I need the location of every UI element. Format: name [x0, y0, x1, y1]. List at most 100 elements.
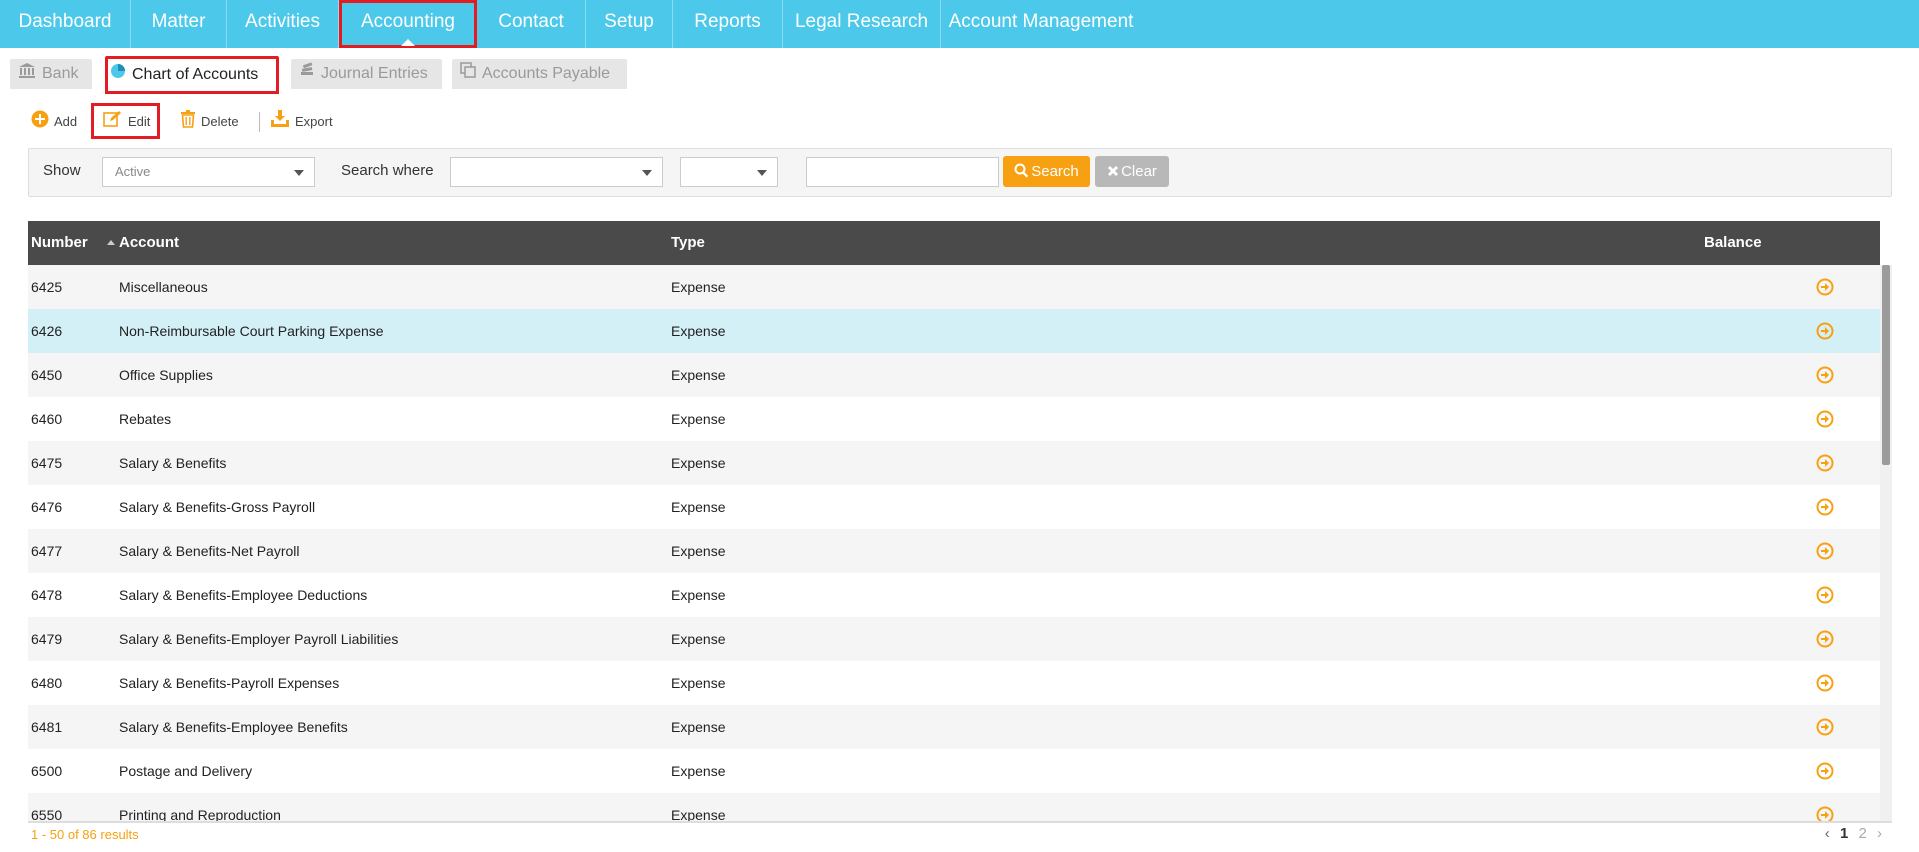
show-select[interactable]: Active — [102, 157, 315, 187]
search-field-select[interactable] — [450, 157, 663, 187]
arrow-right-circle-icon[interactable] — [1816, 762, 1834, 780]
arrow-right-circle-icon[interactable] — [1816, 322, 1834, 340]
tab-accounts-payable[interactable]: Accounts Payable — [452, 59, 627, 89]
grid-body: 6425 Miscellaneous Expense 6426 Non-Reimburs… — [28, 265, 1880, 821]
cell-type: Expense — [671, 323, 726, 339]
clear-button-label: Clear — [1121, 163, 1157, 180]
cell-number: 6550 — [31, 807, 63, 821]
search-button[interactable]: Search — [1003, 156, 1090, 187]
table-row[interactable]: 6477 Salary & Benefits-Net Payroll Expense — [28, 529, 1880, 573]
copy-icon — [460, 59, 476, 89]
table-row[interactable]: 6480 Salary & Benefits-Payroll Expenses Ex… — [28, 661, 1880, 705]
accounts-grid: Number Account Type Balance 6425 Miscella… — [28, 221, 1880, 821]
table-row[interactable]: 6479 Salary & Benefits-Employer Payroll L… — [28, 617, 1880, 661]
scrollbar-thumb[interactable] — [1882, 265, 1890, 465]
cell-number: 6450 — [31, 367, 63, 383]
cell-number: 6477 — [31, 543, 63, 559]
nav-accounting[interactable]: Accounting — [339, 0, 477, 48]
edit-label: Edit — [128, 113, 151, 129]
edit-icon — [103, 110, 123, 135]
tab-bank[interactable]: Bank — [10, 59, 92, 89]
nav-legal-research[interactable]: Legal Research — [783, 0, 941, 48]
cell-type: Expense — [671, 675, 726, 691]
nav-activities[interactable]: Activities — [227, 0, 339, 48]
column-header-number[interactable]: Number — [31, 221, 88, 265]
top-navigation: Dashboard Matter Activities Accounting C… — [0, 0, 1919, 48]
cell-type: Expense — [671, 807, 726, 821]
close-icon — [1108, 166, 1119, 176]
chevron-down-icon — [757, 170, 767, 176]
table-row[interactable]: 6476 Salary & Benefits-Gross Payroll Expen… — [28, 485, 1880, 529]
column-header-balance[interactable]: Balance — [1704, 221, 1762, 265]
vertical-scrollbar[interactable] — [1880, 265, 1892, 821]
nav-matter[interactable]: Matter — [131, 0, 227, 48]
delete-button[interactable]: Delete — [180, 110, 239, 132]
results-count: 1 - 50 of 86 results — [31, 827, 139, 842]
nav-contact[interactable]: Contact — [477, 0, 586, 48]
cell-type: Expense — [671, 631, 726, 647]
cell-number: 6478 — [31, 587, 63, 603]
delete-label: Delete — [201, 113, 239, 129]
cell-account: Salary & Benefits-Payroll Expenses — [119, 675, 340, 691]
nav-dashboard[interactable]: Dashboard — [0, 0, 131, 48]
table-row[interactable]: 6460 Rebates Expense — [28, 397, 1880, 441]
page-1-link[interactable]: 1 — [1840, 825, 1848, 842]
arrow-right-circle-icon[interactable] — [1816, 718, 1834, 736]
search-icon — [1014, 163, 1029, 178]
tab-journal-entries[interactable]: Journal Entries — [291, 59, 442, 89]
column-header-account[interactable]: Account — [119, 221, 179, 265]
clear-button[interactable]: Clear — [1095, 156, 1169, 187]
tab-chart-of-accounts[interactable]: Chart of Accounts — [105, 56, 279, 94]
cell-type: Expense — [671, 499, 726, 515]
chevron-down-icon — [294, 170, 304, 176]
cell-number: 6480 — [31, 675, 63, 691]
arrow-right-circle-icon[interactable] — [1816, 366, 1834, 384]
tab-chart-of-accounts-label: Chart of Accounts — [132, 66, 259, 84]
cell-account: Printing and Reproduction — [119, 807, 281, 821]
table-row[interactable]: 6475 Salary & Benefits Expense — [28, 441, 1880, 485]
active-caret-icon — [401, 39, 415, 46]
operator-select[interactable] — [680, 157, 778, 187]
cell-type: Expense — [671, 411, 726, 427]
arrow-right-circle-icon[interactable] — [1816, 806, 1834, 821]
arrow-right-circle-icon[interactable] — [1816, 498, 1834, 516]
cell-type: Expense — [671, 719, 726, 735]
table-row[interactable]: 6500 Postage and Delivery Expense — [28, 749, 1880, 793]
download-icon — [270, 110, 290, 135]
trash-icon — [180, 110, 196, 135]
search-input[interactable] — [806, 157, 999, 187]
table-row[interactable]: 6450 Office Supplies Expense — [28, 353, 1880, 397]
export-label: Export — [295, 113, 333, 129]
nav-setup[interactable]: Setup — [586, 0, 673, 48]
cell-number: 6475 — [31, 455, 63, 471]
add-button[interactable]: Add — [31, 110, 77, 132]
edit-button[interactable]: Edit — [103, 110, 150, 132]
export-button[interactable]: Export — [270, 110, 333, 132]
arrow-right-circle-icon[interactable] — [1816, 586, 1834, 604]
table-row[interactable]: 6481 Salary & Benefits-Employee Benefits E… — [28, 705, 1880, 749]
page-2-link[interactable]: 2 — [1858, 825, 1866, 842]
table-row[interactable]: 6425 Miscellaneous Expense — [28, 265, 1880, 309]
cell-account: Salary & Benefits-Employer Payroll Liabi… — [119, 631, 399, 647]
arrow-right-circle-icon[interactable] — [1816, 410, 1834, 428]
cell-number: 6500 — [31, 763, 63, 779]
tab-journal-entries-label: Journal Entries — [321, 65, 428, 83]
nav-account-management[interactable]: Account Management — [941, 0, 1141, 48]
arrow-right-circle-icon[interactable] — [1816, 630, 1834, 648]
search-button-label: Search — [1031, 163, 1079, 180]
cell-account: Postage and Delivery — [119, 763, 253, 779]
nav-reports[interactable]: Reports — [673, 0, 783, 48]
table-row[interactable]: 6478 Salary & Benefits-Employee Deduction… — [28, 573, 1880, 617]
arrow-right-circle-icon[interactable] — [1816, 674, 1834, 692]
add-label: Add — [54, 113, 78, 129]
cell-account: Salary & Benefits — [119, 455, 227, 471]
table-row[interactable]: 6550 Printing and Reproduction Expense — [28, 793, 1880, 821]
table-row[interactable]: 6426 Non-Reimbursable Court Parking Expen… — [28, 309, 1880, 353]
next-page-icon[interactable]: › — [1877, 825, 1882, 842]
arrow-right-circle-icon[interactable] — [1816, 278, 1834, 296]
prev-page-icon[interactable]: ‹ — [1825, 825, 1830, 842]
arrow-right-circle-icon[interactable] — [1816, 542, 1834, 560]
column-header-type[interactable]: Type — [671, 221, 705, 265]
arrow-right-circle-icon[interactable] — [1816, 454, 1834, 472]
tab-accounts-payable-label: Accounts Payable — [482, 65, 611, 83]
